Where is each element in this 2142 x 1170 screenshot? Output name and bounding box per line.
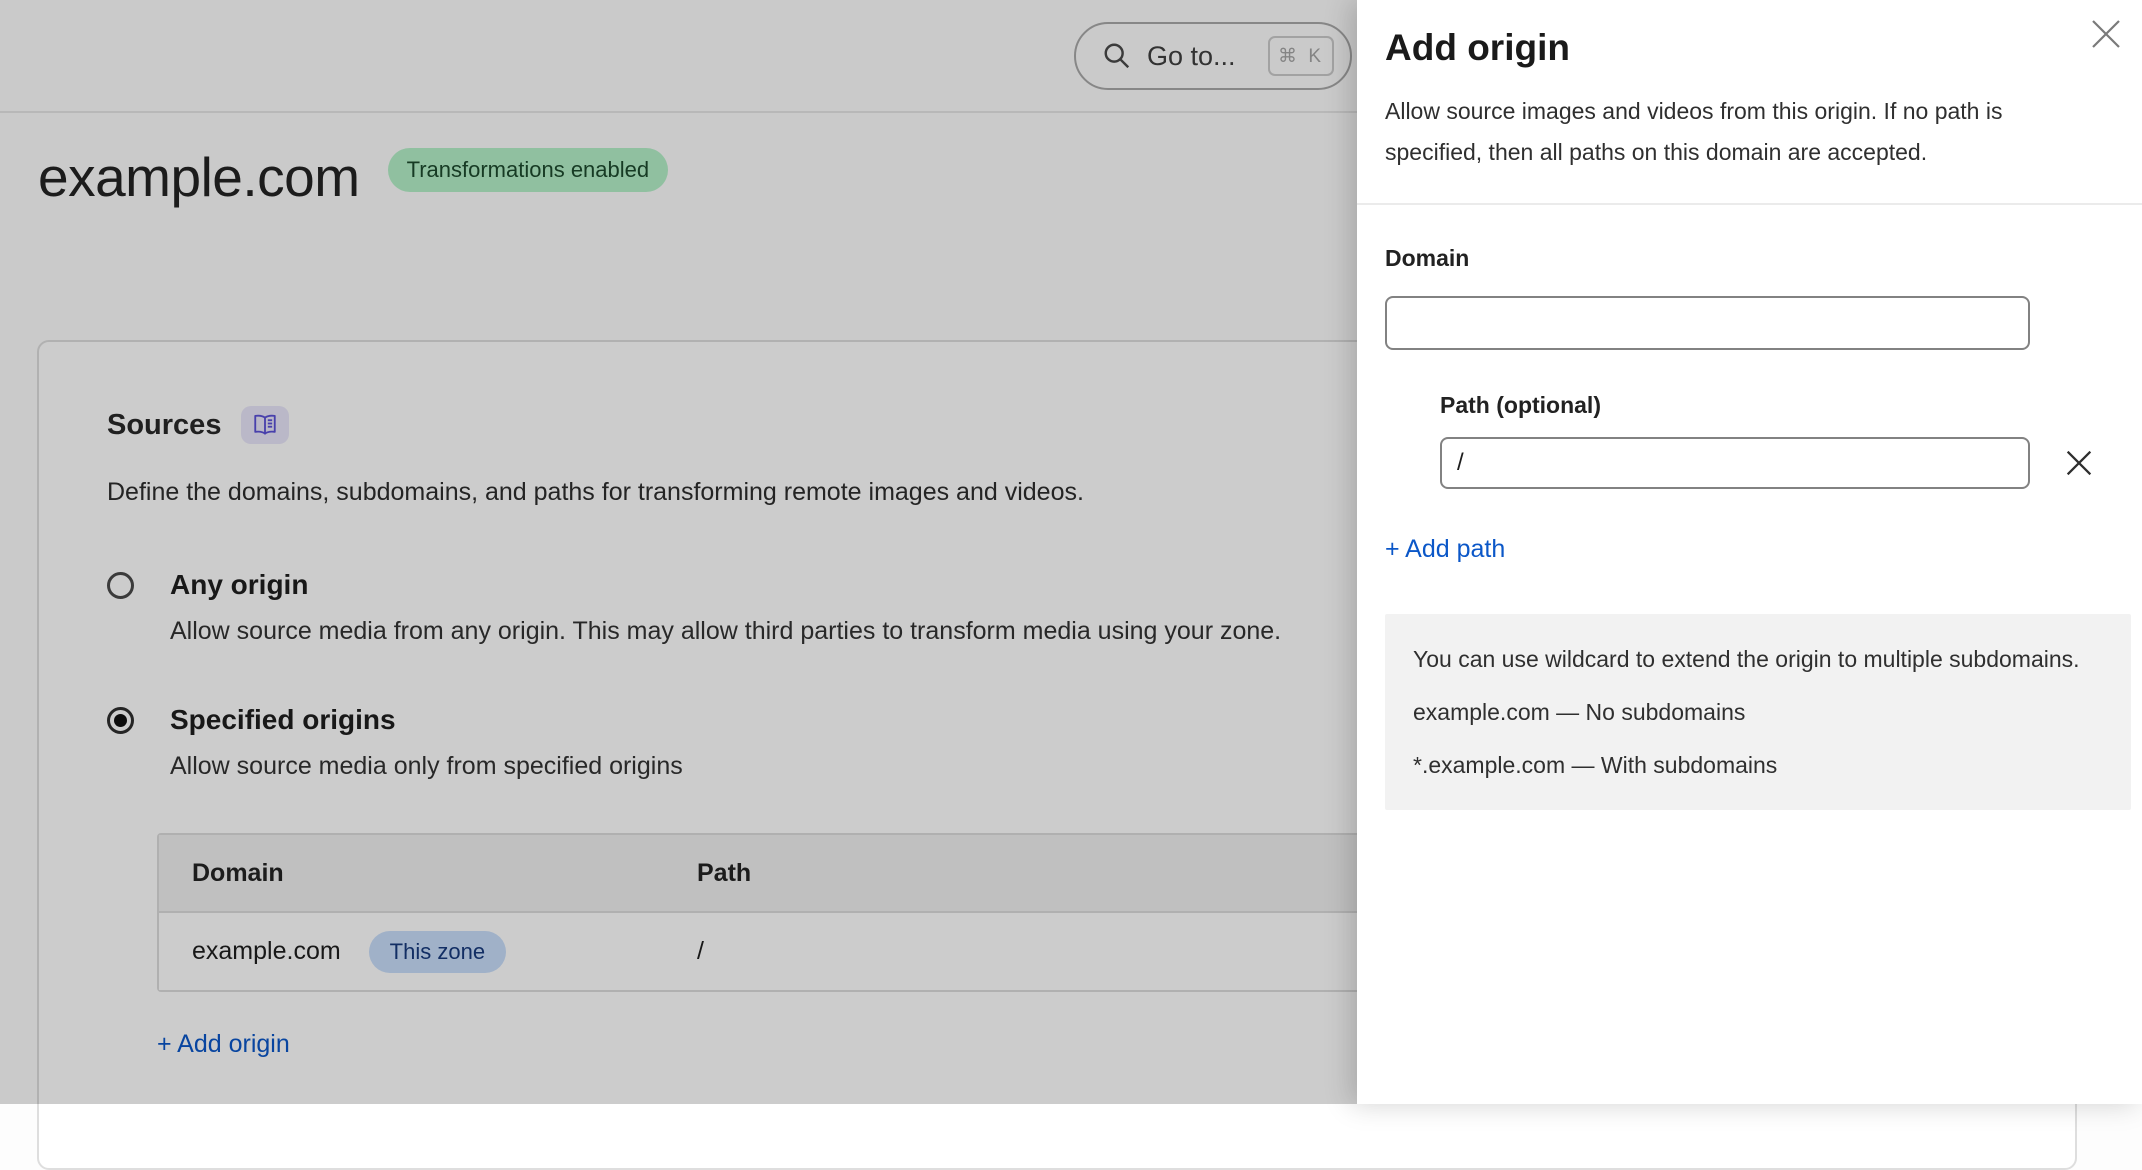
path-field-label: Path (optional) [1440,392,2114,419]
drawer-body: Domain Path (optional) + Add path You ca… [1357,205,2142,810]
close-drawer-button[interactable] [2084,12,2128,56]
wildcard-example-with-subdomains: *.example.com — With subdomains [1413,744,2103,786]
wildcard-example-no-subdomains: example.com — No subdomains [1413,691,2103,733]
wildcard-info-box: You can use wildcard to extend the origi… [1385,614,2131,810]
drawer-title: Add origin [1385,26,2114,70]
domain-field-label: Domain [1385,245,2114,272]
drawer-description: Allow source images and videos from this… [1385,91,2025,173]
x-icon [2062,446,2096,480]
add-origin-drawer: Add origin Allow source images and video… [1357,0,2142,1104]
remove-path-button[interactable] [2062,446,2096,480]
add-path-link[interactable]: + Add path [1385,535,1505,564]
path-field-group: Path (optional) [1440,392,2114,489]
domain-input[interactable] [1385,296,2030,350]
close-icon [2088,16,2124,52]
wildcard-info-text: You can use wildcard to extend the origi… [1413,638,2103,680]
path-input[interactable] [1440,437,2030,489]
drawer-header: Add origin Allow source images and video… [1357,0,2142,205]
